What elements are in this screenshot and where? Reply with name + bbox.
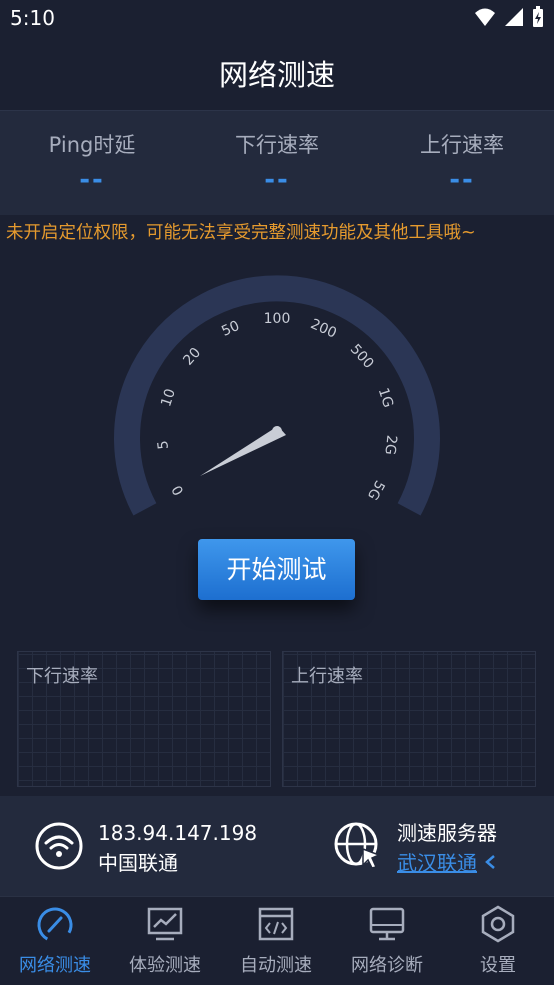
- nav-label-diagnosis: 网络诊断: [351, 955, 423, 976]
- download-chart: 下行速率: [17, 651, 271, 787]
- wifi-icon: [475, 8, 495, 26]
- speedometer-icon: [37, 907, 73, 943]
- nav-item-auto-test[interactable]: 自动测速: [221, 897, 331, 985]
- stat-upload-label: 上行速率: [420, 133, 504, 157]
- hexagon-settings-icon: [481, 905, 515, 943]
- gauge-needle-hub: [272, 426, 282, 436]
- nav-label-speed-test: 网络测速: [19, 955, 91, 976]
- status-time: 5:10: [10, 6, 55, 30]
- stat-download: 下行速率 --: [185, 129, 369, 195]
- location-permission-warning[interactable]: 未开启定位权限，可能无法享受完整测速功能及其他工具哦~: [0, 218, 554, 248]
- code-window-icon: [258, 907, 294, 941]
- stats-panel: Ping时延 -- 下行速率 -- 上行速率 --: [0, 110, 554, 215]
- gauge-tick-label: 2G: [381, 434, 399, 455]
- upload-chart: 上行速率: [282, 651, 536, 787]
- stat-download-label: 下行速率: [235, 133, 319, 157]
- trend-chart-icon: [147, 907, 183, 941]
- server-info: 测速服务器 武汉联通: [397, 818, 497, 878]
- monitor-icon: [369, 907, 405, 941]
- gauge-tick-label: 200: [308, 316, 339, 341]
- gauge-tick-label: 5: [155, 440, 172, 451]
- gauge-tick-label: 50: [219, 318, 242, 340]
- battery-icon: [533, 6, 543, 27]
- upload-chart-label: 上行速率: [291, 666, 363, 687]
- status-bar: 5:10: [0, 0, 554, 36]
- network-info-panel: 183.94.147.198 中国联通 测速服务器 武汉联通: [0, 796, 554, 896]
- signal-icon: [505, 8, 523, 26]
- nav-label-settings: 设置: [480, 955, 516, 976]
- page-title: 网络测速: [218, 58, 335, 92]
- server-select[interactable]: 武汉联通: [397, 848, 497, 878]
- nav-label-experience-test: 体验测速: [129, 955, 201, 976]
- gauge-tick-label: 1G: [375, 386, 396, 410]
- gauge-tick-label: 0: [169, 482, 187, 498]
- start-test-button[interactable]: 开始测试: [198, 539, 355, 600]
- nav-item-experience-test[interactable]: 体验测速: [110, 897, 220, 985]
- gauge-tick-labels: 0 5 1020 50 100 200 500 1G 2G 5G: [155, 311, 399, 503]
- bottom-nav: 网络测速 体验测速 自动测速 网络诊断 设置: [0, 896, 554, 985]
- status-icons: [474, 6, 544, 28]
- stat-download-value: --: [264, 165, 290, 195]
- stat-upload-value: --: [449, 165, 475, 195]
- stat-upload: 上行速率 --: [370, 129, 554, 195]
- ip-address: 183.94.147.198: [98, 821, 258, 845]
- nav-item-diagnosis[interactable]: 网络诊断: [332, 897, 442, 985]
- nav-item-speed-test[interactable]: 网络测速: [0, 897, 110, 985]
- gauge-tick-label: 10: [158, 387, 179, 409]
- server-label: 测速服务器: [397, 821, 497, 845]
- gauge-tick-label: 100: [264, 311, 291, 327]
- gauge-tick-label: 500: [347, 341, 377, 372]
- gauge-tick-label: 20: [180, 345, 204, 369]
- wifi-circle-icon: [35, 822, 83, 870]
- server-name-link[interactable]: 武汉联通: [397, 851, 477, 875]
- stat-ping-value: --: [79, 165, 105, 195]
- nav-label-auto-test: 自动测速: [240, 955, 312, 976]
- nav-item-settings[interactable]: 设置: [443, 897, 553, 985]
- stat-ping: Ping时延 --: [0, 129, 184, 195]
- globe-cursor-icon[interactable]: [333, 821, 383, 871]
- gauge-tick-label: 5G: [364, 477, 388, 502]
- network-info: 183.94.147.198 中国联通: [98, 818, 257, 878]
- download-chart-label: 下行速率: [26, 666, 98, 687]
- stat-ping-label: Ping时延: [48, 133, 136, 157]
- chevron-left-icon[interactable]: [483, 854, 497, 870]
- speed-gauge: 0 5 1020 50 100 200 500 1G 2G 5G: [114, 275, 440, 516]
- carrier-name: 中国联通: [98, 851, 178, 875]
